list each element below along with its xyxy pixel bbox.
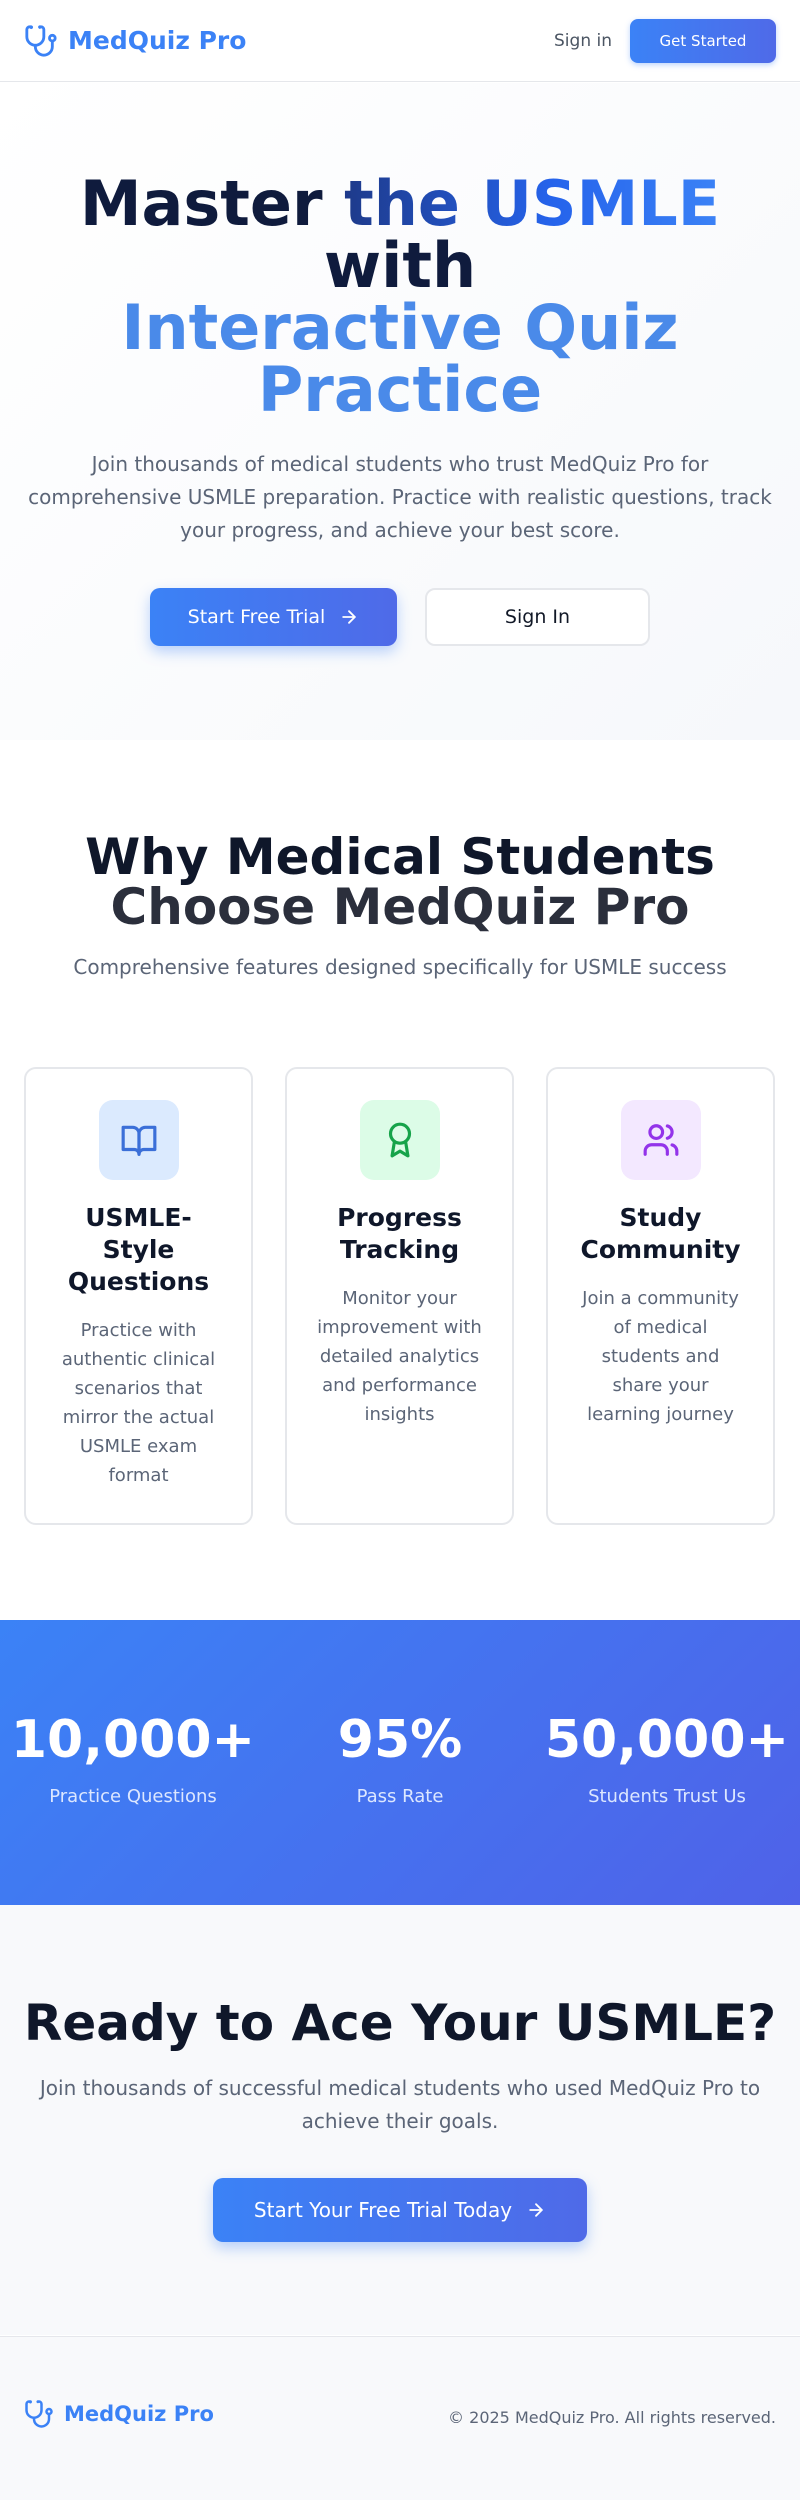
feature-icon-box	[620, 1100, 701, 1180]
stethoscope-icon	[25, 2400, 53, 2428]
stat-students: 50,000+ Students Trust Us	[534, 1710, 800, 1807]
hero-title-line4: Practice	[257, 353, 543, 426]
feature-card-description: Practice with authentic clinical scenari…	[61, 1320, 216, 1486]
stat-label: Practice Questions	[49, 1786, 217, 1807]
feature-card-description: Join a community of medical students and…	[582, 1288, 739, 1425]
stat-value: 50,000+	[544, 1710, 790, 1770]
features-subtitle: Comprehensive features designed specific…	[73, 955, 727, 979]
cta-subtitle: Join thousands of successful medical stu…	[39, 2076, 761, 2133]
feature-cards: USMLE-Style Questions Practice with auth…	[24, 1067, 776, 1525]
feature-card-title: USMLE-Style Questions	[67, 1203, 210, 1296]
footer-brand[interactable]: MedQuiz Pro	[24, 2399, 214, 2429]
start-free-trial-button[interactable]: Start Free Trial	[150, 588, 397, 646]
stethoscope-icon	[25, 24, 57, 57]
arrow-right-icon	[529, 2203, 543, 2217]
stat-value: 95%	[337, 1710, 463, 1770]
top-nav: MedQuiz Pro Sign in Get Started	[0, 0, 800, 82]
stat-value: 10,000+	[10, 1710, 256, 1770]
feature-card-community: Study Community Join a community of medi…	[546, 1067, 775, 1525]
feature-icon-box	[359, 1100, 440, 1180]
signin-link[interactable]: Sign in	[554, 31, 612, 51]
arrow-right-icon	[342, 610, 357, 624]
start-trial-today-button[interactable]: Start Your Free Trial Today	[213, 2178, 587, 2242]
start-free-trial-label: Start Free Trial	[187, 606, 326, 628]
hero-section: Master the USMLE with Interactive Quiz P…	[0, 83, 800, 740]
stat-label: Students Trust Us	[588, 1786, 746, 1807]
start-trial-today-label: Start Your Free Trial Today	[253, 2198, 513, 2222]
get-started-button[interactable]: Get Started	[630, 18, 776, 63]
award-icon	[388, 1122, 411, 1158]
cta-section: Ready to Ace Your USMLE? Join thousands …	[0, 1905, 800, 2335]
book-icon	[121, 1125, 156, 1156]
stats-section: 10,000+ Practice Questions 95% Pass Rate…	[0, 1620, 800, 1905]
stat-label: Pass Rate	[356, 1786, 444, 1807]
users-icon	[643, 1124, 678, 1156]
hero-actions: Start Free Trial Sign In	[0, 588, 800, 646]
sign-in-button[interactable]: Sign In	[425, 588, 650, 646]
features-title-line1: Why Medical Students	[85, 828, 715, 886]
features-title: Why Medical Students Choose MedQuiz Pro	[0, 832, 800, 932]
footer: MedQuiz Pro © 2025 MedQuiz Pro. All righ…	[0, 2336, 800, 2500]
feature-card-description: Monitor your improvement with detailed a…	[317, 1288, 482, 1425]
hero-title-line1-dark: Master	[79, 167, 345, 240]
landing-page: MedQuiz Pro Sign in Get Started Master t…	[0, 0, 800, 2500]
hero-title-line2: with	[323, 229, 477, 302]
brand-logo[interactable]: MedQuiz Pro	[24, 24, 246, 58]
nav-actions: Sign in Get Started	[554, 18, 776, 63]
stat-pass-rate: 95% Pass Rate	[267, 1710, 533, 1807]
hero-title: Master the USMLE with Interactive Quiz P…	[0, 173, 800, 421]
features-section: Why Medical Students Choose MedQuiz Pro …	[0, 740, 800, 1620]
features-title-line2: Choose MedQuiz Pro	[110, 878, 690, 936]
hero-title-line3: Interactive Quiz	[121, 291, 679, 364]
feature-icon-box	[98, 1100, 179, 1180]
hero-subtitle: Join thousands of medical students who t…	[28, 452, 772, 542]
stat-practice-questions: 10,000+ Practice Questions	[0, 1710, 266, 1807]
feature-card-title: Progress Tracking	[337, 1203, 462, 1264]
footer-brand-name: MedQuiz Pro	[64, 2402, 214, 2426]
cta-title: Ready to Ace Your USMLE?	[23, 1994, 777, 2052]
brand-name: MedQuiz Pro	[68, 26, 247, 55]
feature-card-title: Study Community	[580, 1203, 741, 1264]
feature-card-questions: USMLE-Style Questions Practice with auth…	[24, 1067, 253, 1525]
feature-card-progress: Progress Tracking Monitor your improveme…	[285, 1067, 514, 1525]
copyright-text: © 2025 MedQuiz Pro. All rights reserved.	[448, 2408, 776, 2427]
